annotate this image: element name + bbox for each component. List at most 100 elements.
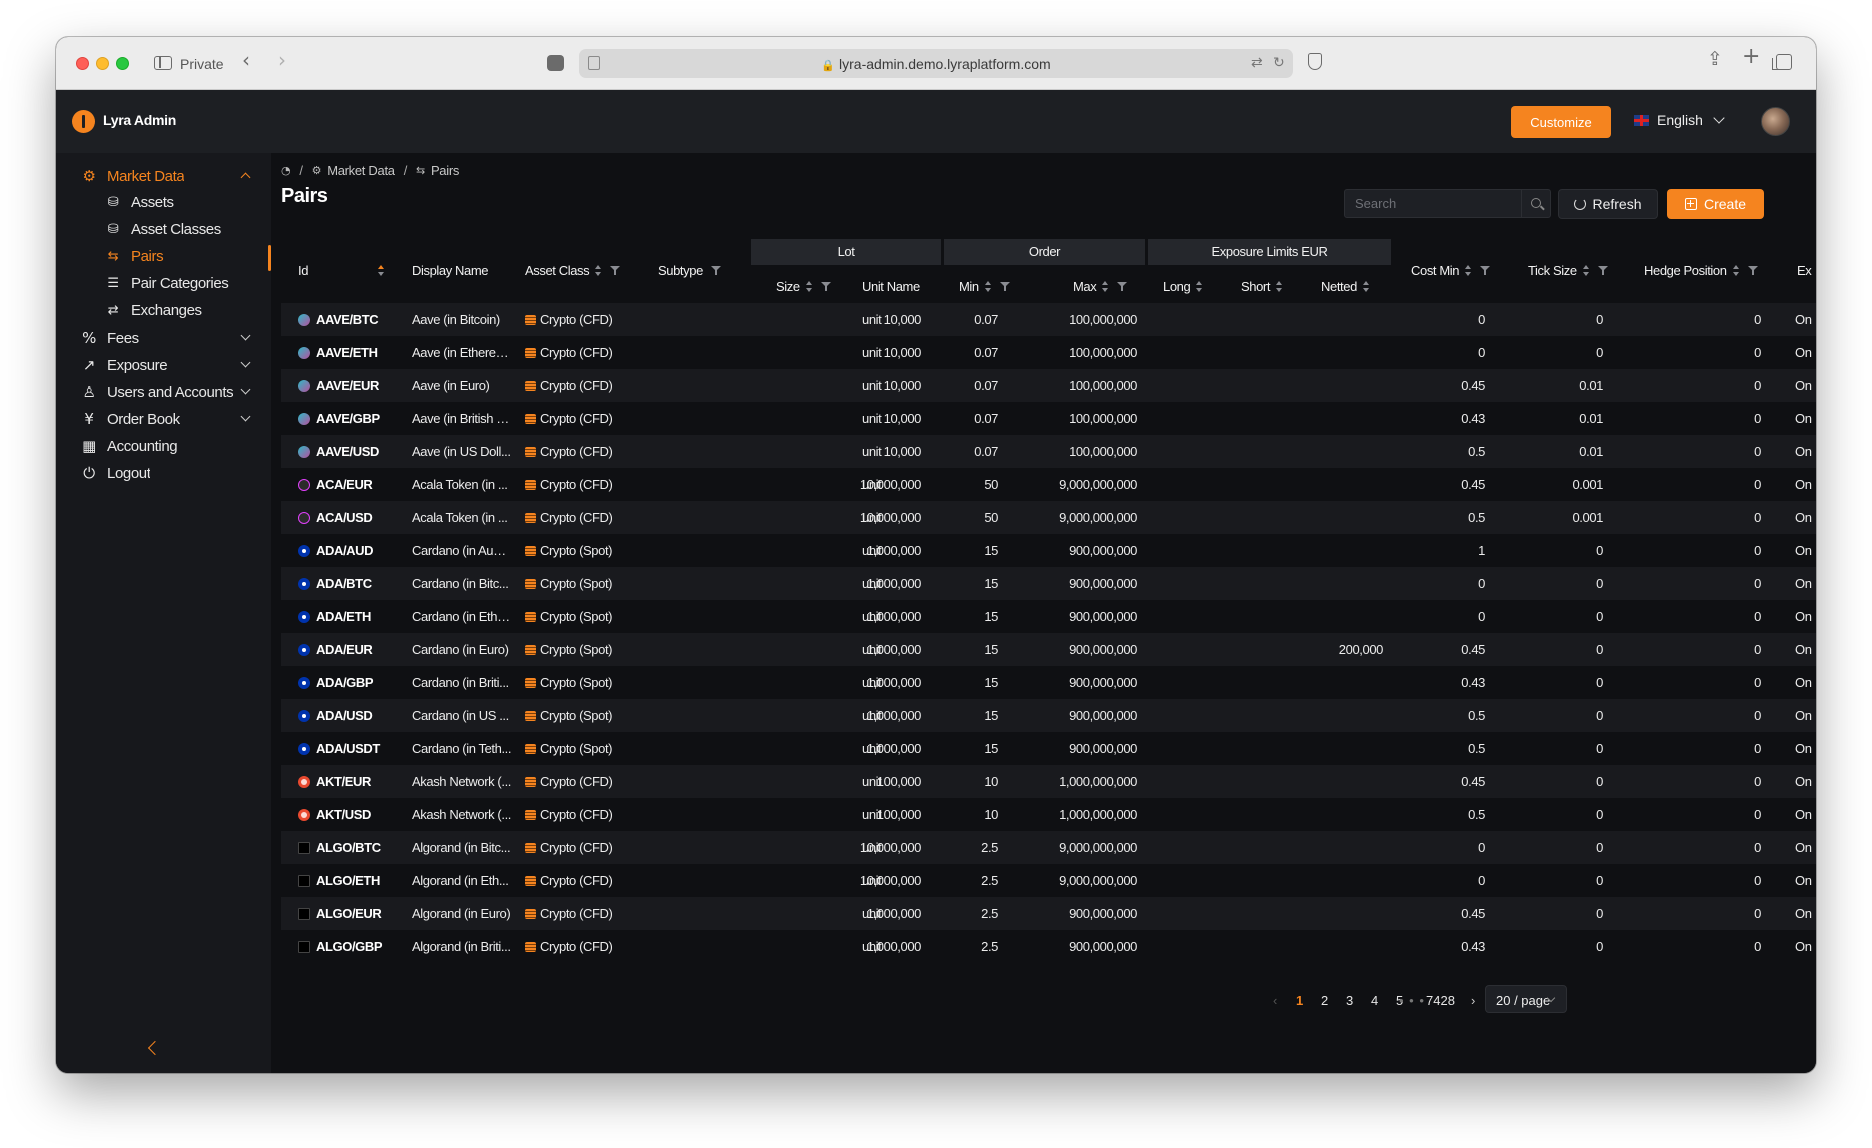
- table-row[interactable]: ADA/BTC Cardano (in Bitc... Crypto (Spot) 1…: [281, 567, 1816, 600]
- cell-id[interactable]: AAVE/USD: [316, 444, 379, 459]
- sidebar-item-pairs[interactable]: ⇆ Pairs: [56, 243, 271, 271]
- filter-icon[interactable]: [820, 282, 831, 291]
- pagination-ellipsis[interactable]: • • •: [1399, 993, 1425, 1008]
- cell-id[interactable]: ADA/USDT: [316, 741, 380, 756]
- filter-icon[interactable]: [1480, 266, 1491, 275]
- filter-icon[interactable]: [1117, 282, 1128, 291]
- shield-icon[interactable]: [1308, 53, 1322, 70]
- sidebar-toggle-icon[interactable]: [154, 56, 172, 70]
- sort-icon[interactable]: [1582, 264, 1590, 277]
- sidebar-item-order-book[interactable]: ¥ Order Book: [56, 405, 271, 433]
- refresh-button[interactable]: Refresh: [1558, 189, 1658, 219]
- sidebar-item-exposure[interactable]: ↗ Exposure: [56, 351, 271, 379]
- search-icon[interactable]: [1521, 189, 1551, 218]
- customize-button[interactable]: Customize: [1511, 106, 1611, 138]
- table-row[interactable]: AKT/EUR Akash Network (... Crypto (CFD) 100…: [281, 765, 1816, 798]
- minimize-window-button[interactable]: [96, 57, 109, 70]
- table-row[interactable]: AAVE/BTC Aave (in Bitcoin) Crypto (CFD) 10,…: [281, 303, 1816, 336]
- sort-icon[interactable]: [805, 280, 813, 293]
- reload-icon[interactable]: ↻: [1273, 54, 1285, 71]
- search-input[interactable]: [1345, 190, 1521, 217]
- filter-icon[interactable]: [710, 266, 721, 275]
- table-row[interactable]: AAVE/ETH Aave (in Ethereu... Crypto (CFD) 1…: [281, 336, 1816, 369]
- table-row[interactable]: ADA/ETH Cardano (in Ethe... Crypto (Spot) 1…: [281, 600, 1816, 633]
- create-button[interactable]: Create: [1667, 189, 1764, 219]
- table-row[interactable]: ADA/AUD Cardano (in Aust... Crypto (Spot) 1…: [281, 534, 1816, 567]
- filter-icon[interactable]: [1597, 266, 1608, 275]
- column-order-min[interactable]: Min: [959, 279, 1010, 294]
- cell-id[interactable]: AAVE/GBP: [316, 411, 380, 426]
- maximize-window-button[interactable]: [116, 57, 129, 70]
- table-row[interactable]: AAVE/USD Aave (in US Doll... Crypto (CFD) 1…: [281, 435, 1816, 468]
- column-ex[interactable]: Ex: [1797, 263, 1812, 278]
- page-1[interactable]: 1: [1296, 993, 1303, 1008]
- cell-id[interactable]: ADA/BTC: [316, 576, 372, 591]
- cell-id[interactable]: AAVE/BTC: [316, 312, 379, 327]
- sort-icon[interactable]: [1276, 280, 1283, 293]
- sort-icon[interactable]: [1362, 280, 1370, 293]
- column-short[interactable]: Short: [1241, 279, 1283, 294]
- page-4[interactable]: 4: [1371, 993, 1378, 1008]
- sort-icon[interactable]: [1732, 264, 1740, 277]
- sort-icon[interactable]: [1465, 264, 1472, 277]
- language-selector[interactable]: English: [1634, 112, 1725, 128]
- close-window-button[interactable]: [76, 57, 89, 70]
- table-row[interactable]: ADA/USD Cardano (in US ... Crypto (Spot) 1,…: [281, 699, 1816, 732]
- column-unit-name[interactable]: Unit Name: [862, 279, 920, 294]
- page-3[interactable]: 3: [1346, 993, 1353, 1008]
- column-display-name[interactable]: Display Name: [412, 263, 489, 278]
- table-row[interactable]: ACA/USD Acala Token (in ... Crypto (CFD) 10…: [281, 501, 1816, 534]
- table-row[interactable]: ALGO/GBP Algorand (in Briti... Crypto (CFD…: [281, 930, 1816, 963]
- table-row[interactable]: ACA/EUR Acala Token (in ... Crypto (CFD) 10…: [281, 468, 1816, 501]
- cell-id[interactable]: ADA/USD: [316, 708, 373, 723]
- cell-id[interactable]: ADA/ETH: [316, 609, 371, 624]
- column-lot-size[interactable]: Size: [776, 279, 831, 294]
- column-long[interactable]: Long: [1163, 279, 1203, 294]
- column-hedge-position[interactable]: Hedge Position: [1644, 263, 1758, 278]
- next-page-icon[interactable]: ›: [1471, 993, 1475, 1008]
- table-row[interactable]: ALGO/ETH Algorand (in Eth... Crypto (CFD) 1…: [281, 864, 1816, 897]
- table-row[interactable]: ADA/EUR Cardano (in Euro) Crypto (Spot) 1,0…: [281, 633, 1816, 666]
- table-row[interactable]: AAVE/EUR Aave (in Euro) Crypto (CFD) 10,000…: [281, 369, 1816, 402]
- tabs-icon[interactable]: [1772, 54, 1792, 70]
- breadcrumb-market-data[interactable]: Market Data: [327, 163, 395, 178]
- address-bar[interactable]: 🔒 lyra-admin.demo.lyraplatform.com ⇄ ↻: [579, 49, 1293, 78]
- sidebar-item-assets[interactable]: ⛁ Assets: [56, 189, 271, 217]
- sidebar-item-pair-categories[interactable]: ☰ Pair Categories: [56, 270, 271, 298]
- sort-icon[interactable]: [1102, 280, 1109, 293]
- cell-id[interactable]: ADA/AUD: [316, 543, 374, 558]
- filter-icon[interactable]: [1747, 266, 1758, 275]
- forward-icon[interactable]: ›: [278, 50, 286, 70]
- sidebar-item-asset-classes[interactable]: ⛁ Asset Classes: [56, 216, 271, 244]
- table-row[interactable]: ADA/GBP Cardano (in Briti... Crypto (Spot)…: [281, 666, 1816, 699]
- sidebar-item-fees[interactable]: % Fees: [56, 324, 271, 352]
- column-cost-min[interactable]: Cost Min: [1411, 263, 1491, 278]
- cell-id[interactable]: ACA/EUR: [316, 477, 373, 492]
- cell-id[interactable]: ADA/EUR: [316, 642, 373, 657]
- table-row[interactable]: AAVE/GBP Aave (in British P... Crypto (CFD…: [281, 402, 1816, 435]
- cell-id[interactable]: AAVE/ETH: [316, 345, 378, 360]
- cell-id[interactable]: ALGO/ETH: [316, 873, 380, 888]
- column-order-max[interactable]: Max: [1073, 279, 1128, 294]
- page-size-select[interactable]: 20 / page: [1485, 985, 1567, 1013]
- share-icon[interactable]: ⇪: [1707, 50, 1723, 69]
- column-netted[interactable]: Netted: [1321, 279, 1370, 294]
- avatar[interactable]: [1761, 107, 1790, 136]
- page-2[interactable]: 2: [1321, 993, 1328, 1008]
- cell-id[interactable]: ACA/USD: [316, 510, 373, 525]
- table-row[interactable]: ADA/USDT Cardano (in Teth... Crypto (Spot)…: [281, 732, 1816, 765]
- cell-id[interactable]: AAVE/EUR: [316, 378, 379, 393]
- cell-id[interactable]: ALGO/GBP: [316, 939, 383, 954]
- collapse-sidebar-icon[interactable]: [147, 1040, 163, 1056]
- table-row[interactable]: ALGO/BTC Algorand (in Bitc... Crypto (CFD)…: [281, 831, 1816, 864]
- cell-id[interactable]: ALGO/BTC: [316, 840, 381, 855]
- sidebar-item-users-and-accounts[interactable]: ♙ Users and Accounts: [56, 378, 271, 406]
- translate-icon[interactable]: ⇄: [1251, 54, 1263, 71]
- tab-overview-icon[interactable]: [547, 55, 564, 71]
- sort-icon[interactable]: [1196, 280, 1203, 293]
- cell-id[interactable]: AKT/EUR: [316, 774, 371, 789]
- cell-id[interactable]: AKT/USD: [316, 807, 371, 822]
- prev-page-icon[interactable]: ‹: [1273, 993, 1277, 1008]
- sort-icon[interactable]: [595, 264, 602, 277]
- column-id[interactable]: Id: [298, 263, 385, 278]
